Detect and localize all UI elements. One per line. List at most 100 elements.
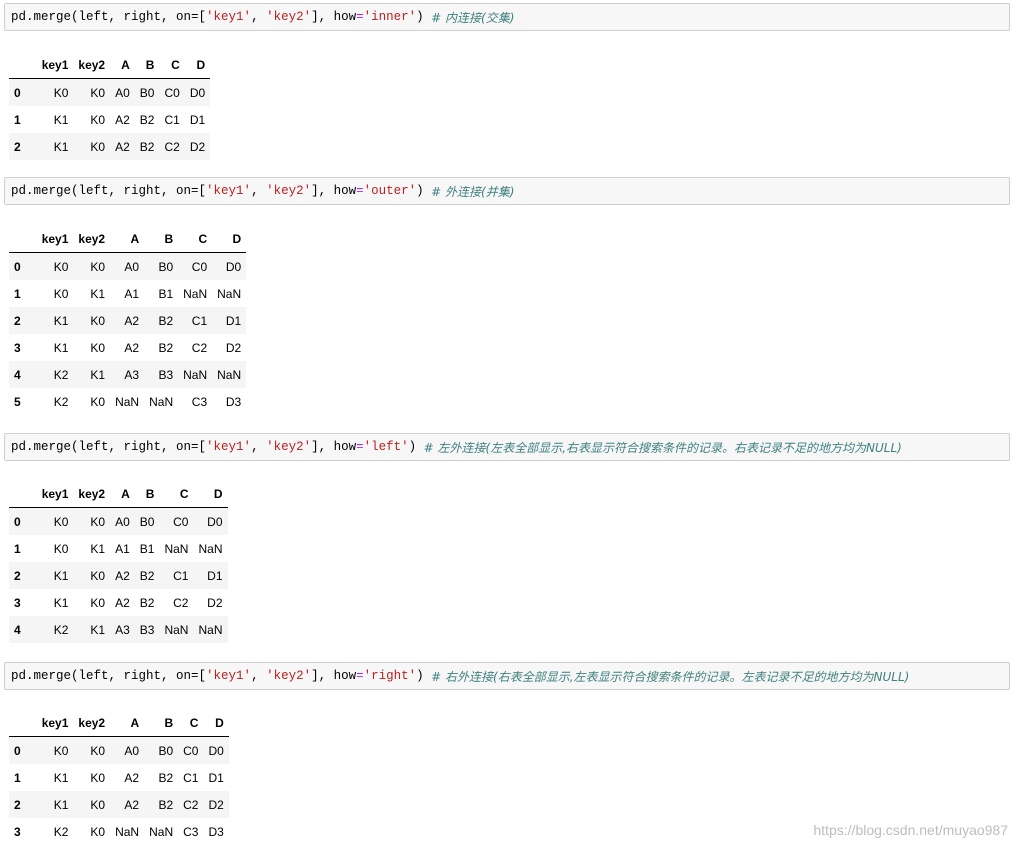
table-cell: NaN [217,367,242,382]
row-index: 4 [14,367,21,382]
table-row: 1 K1 K0 A2 B2 C1 D1 [9,764,229,791]
table-cell: NaN [217,286,242,301]
code-operator: = [356,10,364,24]
index-header [9,481,37,508]
table-cell: C3 [183,824,199,839]
table-cell: K0 [90,770,106,785]
code-cell-outer[interactable]: pd.merge(left, right, on=['key1', 'key2'… [4,177,1010,205]
index-header [9,710,37,737]
column-header: B [144,710,179,737]
column-header: C [178,226,213,253]
table-cell: A2 [115,568,130,583]
code-cell-right[interactable]: pd.merge(left, right, on=['key1', 'key2'… [4,662,1010,690]
table-cell: D1 [189,112,206,127]
table-row: 3 K2 K0 NaN NaN C3 D3 [9,818,229,845]
table-cell: K0 [90,112,106,127]
column-header: C [178,710,204,737]
table-row: 3 K1 K0 A2 B2 C2 D2 [9,589,228,616]
code-cell-left[interactable]: pd.merge(left, right, on=['key1', 'key2'… [4,433,1010,461]
code-mid: ], how [311,669,357,683]
code-operator: = [356,184,364,198]
table-cell: A1 [124,286,140,301]
table-row: 0 K0 K0 A0 B0 C0 D0 [9,78,211,106]
table-cell: K0 [53,514,69,529]
code-string-key1: 'key1' [206,440,252,454]
column-header: A [110,481,135,508]
table-cell: D2 [225,340,242,355]
row-index: 4 [14,622,21,637]
code-comment: # 右外连接(右表全部显示,左表显示符合搜索条件的记录。左表记录不足的地方均为N… [431,669,910,684]
table-cell: D0 [208,743,224,758]
table-cell: K1 [53,568,69,583]
row-index: 1 [14,770,21,785]
table-cell: K1 [90,367,106,382]
column-header: D [212,226,247,253]
table-cell: K1 [53,595,69,610]
table-cell: A2 [115,112,130,127]
column-header: A [110,710,145,737]
code-close: ) [416,184,432,198]
table-row: 4 K2 K1 A3 B3 NaN NaN [9,361,247,388]
row-index: 2 [14,139,21,154]
column-header: key1 [36,481,74,508]
table-cell: K0 [90,139,106,154]
code-cell-inner[interactable]: pd.merge(left, right, on=['key1', 'key2'… [4,3,1010,31]
table-row: 1 K0 K1 A1 B1 NaN NaN [9,535,228,562]
code-string-key2: 'key2' [266,184,312,198]
column-header: A [110,52,135,79]
table-cell: K0 [90,568,106,583]
table-cell: K0 [90,824,106,839]
column-header: key2 [73,710,111,737]
table-cell: K1 [90,286,106,301]
table-row: 2 K1 K0 A2 B2 C1 D1 [9,307,247,334]
row-index: 2 [14,797,21,812]
row-index: 2 [14,313,21,328]
dataframe-inner: key1 key2 A B C D 0 K0 K0 A0 B0 C0 D0 1 … [9,52,211,160]
table-cell: K2 [53,824,69,839]
code-separator: , [251,184,267,198]
table-cell: K1 [53,340,69,355]
code-mid: ], how [311,440,357,454]
code-string-key2: 'key2' [266,440,312,454]
table-cell: K1 [90,541,106,556]
row-index: 2 [14,568,21,583]
table-cell: D0 [207,514,223,529]
table-cell: A0 [124,259,140,274]
table-cell: B2 [139,112,155,127]
table-cell: C1 [164,112,180,127]
code-string-how: 'left' [363,440,409,454]
table-cell: K0 [90,313,106,328]
code-prefix: pd.merge(left, right, on=[ [11,10,207,24]
table-cell: K1 [53,770,69,785]
table-cell: B2 [139,568,155,583]
watermark: https://blog.csdn.net/muyao987 [813,822,1008,838]
table-cell: K0 [53,259,69,274]
table-row: 2 K1 K0 A2 B2 C1 D1 [9,562,228,589]
table-cell: A2 [124,770,140,785]
column-header: key2 [73,481,111,508]
table-cell: A3 [115,622,130,637]
table-cell: NaN [149,394,174,409]
table-cell: B0 [139,85,155,100]
table-cell: C2 [173,595,189,610]
column-header: C [159,52,185,79]
table-cell: D1 [208,770,224,785]
table-cell: C0 [183,743,199,758]
row-index: 1 [14,541,21,556]
column-header: key1 [36,52,74,79]
row-index: 3 [14,340,21,355]
table-cell: NaN [183,367,208,382]
row-index: 0 [14,259,21,274]
table-cell: A2 [115,139,130,154]
table-cell: NaN [115,824,140,839]
column-header: key1 [36,226,74,253]
table-cell: NaN [149,824,174,839]
table-cell: B3 [139,622,155,637]
table-cell: K1 [53,139,69,154]
row-index: 0 [14,514,21,529]
column-header: B [134,52,160,79]
table-header-row: key1 key2 A B C D [9,481,228,508]
table-cell: C0 [191,259,208,274]
code-close: ) [416,10,432,24]
table-row: 2 K1 K0 A2 B2 C2 D2 [9,133,211,160]
